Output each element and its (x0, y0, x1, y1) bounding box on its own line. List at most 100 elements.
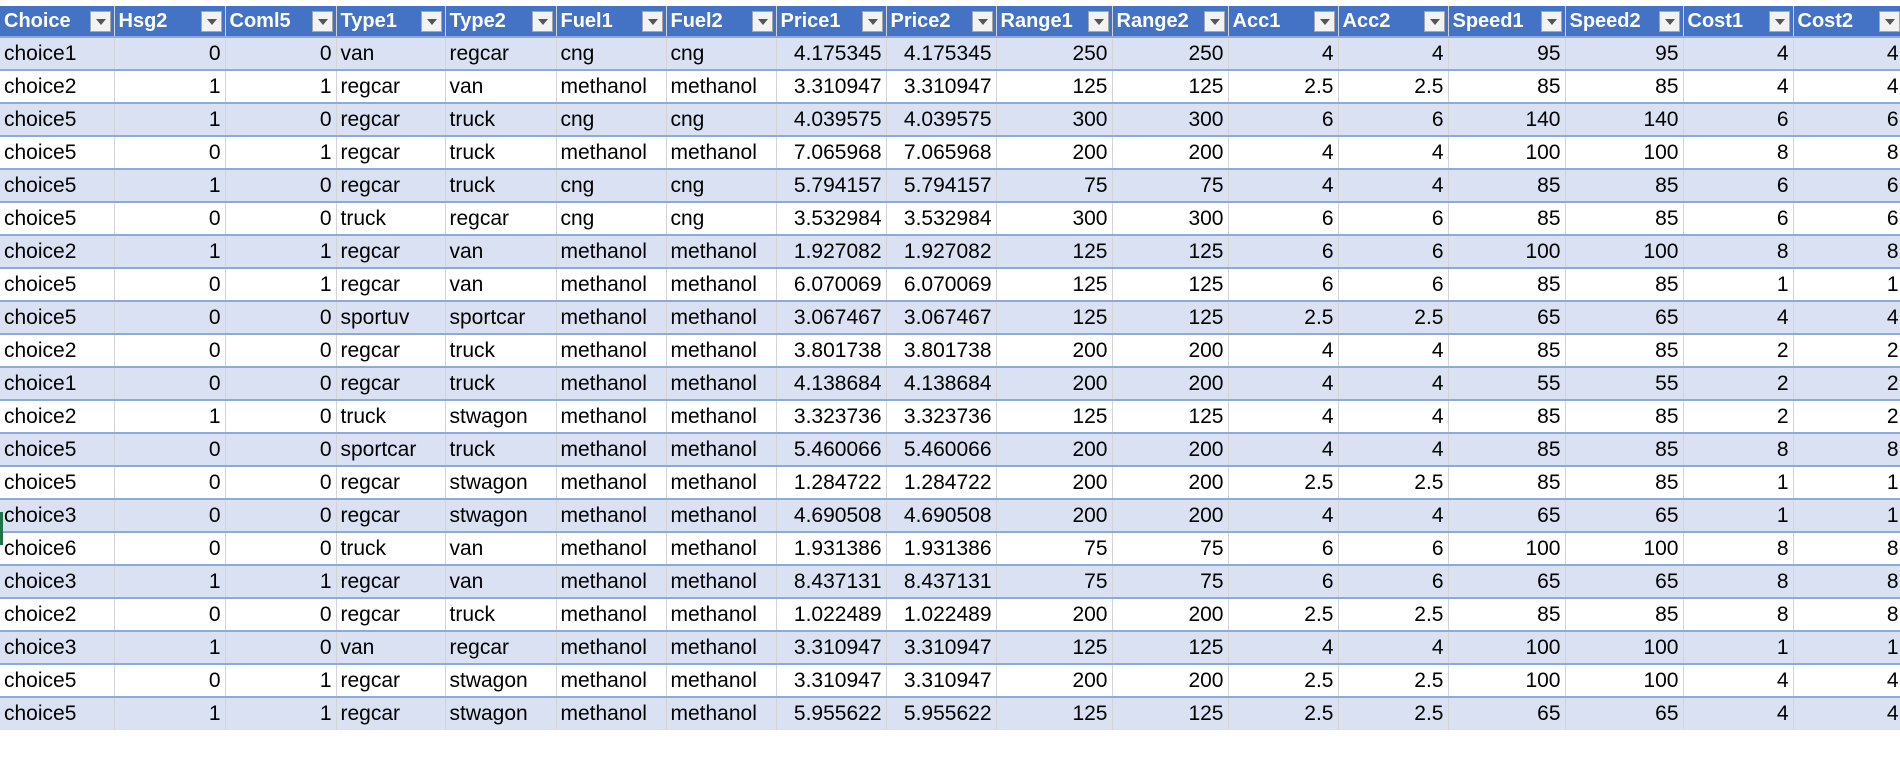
cell-range1[interactable]: 125 (996, 300, 1113, 334)
cell-acc1[interactable]: 4 (1228, 498, 1339, 532)
cell-range1[interactable]: 200 (996, 663, 1113, 697)
cell-acc2[interactable]: 2.5 (1338, 465, 1449, 499)
cell-range2[interactable]: 125 (1112, 69, 1229, 103)
cell-hsg2[interactable]: 0 (114, 201, 226, 235)
cell-price1[interactable]: 4.138684 (776, 366, 887, 400)
cell-range1[interactable]: 200 (996, 333, 1113, 367)
cell-choice[interactable]: choice2 (0, 597, 115, 631)
cell-fuel1[interactable]: methanol (556, 663, 667, 697)
cell-type1[interactable]: sportuv (336, 300, 446, 334)
cell-price2[interactable]: 4.690508 (886, 498, 997, 532)
cell-price2[interactable]: 5.460066 (886, 432, 997, 466)
cell-acc1[interactable]: 4 (1228, 135, 1339, 169)
cell-coml5[interactable]: 0 (225, 102, 337, 136)
cell-range2[interactable]: 75 (1112, 168, 1229, 202)
cell-coml5[interactable]: 1 (225, 69, 337, 103)
cell-cost2[interactable]: 4 (1793, 69, 1900, 103)
cell-range1[interactable]: 250 (996, 36, 1113, 70)
filter-dropdown-icon[interactable] (1540, 11, 1562, 32)
filter-dropdown-icon[interactable] (1423, 11, 1445, 32)
cell-hsg2[interactable]: 1 (114, 564, 226, 598)
cell-acc2[interactable]: 6 (1338, 201, 1449, 235)
cell-price2[interactable]: 6.070069 (886, 267, 997, 301)
cell-speed2[interactable]: 100 (1565, 630, 1684, 664)
cell-fuel2[interactable]: methanol (666, 267, 777, 301)
cell-speed2[interactable]: 85 (1565, 333, 1684, 367)
cell-fuel2[interactable]: methanol (666, 630, 777, 664)
cell-hsg2[interactable]: 0 (114, 300, 226, 334)
cell-type1[interactable]: regcar (336, 366, 446, 400)
cell-speed2[interactable]: 85 (1565, 399, 1684, 433)
cell-cost1[interactable]: 1 (1683, 498, 1794, 532)
column-header-range2[interactable]: Range2 (1112, 6, 1229, 37)
column-header-price1[interactable]: Price1 (776, 6, 887, 37)
cell-range1[interactable]: 125 (996, 696, 1113, 730)
cell-price2[interactable]: 3.532984 (886, 201, 997, 235)
cell-price1[interactable]: 7.065968 (776, 135, 887, 169)
cell-fuel1[interactable]: methanol (556, 267, 667, 301)
cell-range1[interactable]: 200 (996, 432, 1113, 466)
cell-hsg2[interactable]: 0 (114, 465, 226, 499)
cell-cost2[interactable]: 1 (1793, 465, 1900, 499)
cell-acc2[interactable]: 6 (1338, 564, 1449, 598)
cell-speed2[interactable]: 85 (1565, 168, 1684, 202)
cell-cost1[interactable]: 6 (1683, 102, 1794, 136)
cell-range2[interactable]: 75 (1112, 531, 1229, 565)
cell-speed1[interactable]: 85 (1448, 201, 1566, 235)
cell-price1[interactable]: 3.067467 (776, 300, 887, 334)
cell-speed2[interactable]: 85 (1565, 69, 1684, 103)
cell-speed2[interactable]: 100 (1565, 531, 1684, 565)
cell-speed1[interactable]: 100 (1448, 234, 1566, 268)
cell-acc2[interactable]: 4 (1338, 432, 1449, 466)
cell-speed1[interactable]: 95 (1448, 36, 1566, 70)
cell-coml5[interactable]: 0 (225, 630, 337, 664)
filter-dropdown-icon[interactable] (1313, 11, 1335, 32)
filter-dropdown-icon[interactable] (89, 11, 111, 32)
cell-type1[interactable]: van (336, 36, 446, 70)
filter-dropdown-icon[interactable] (311, 11, 333, 32)
cell-type1[interactable]: regcar (336, 696, 446, 730)
cell-acc1[interactable]: 4 (1228, 168, 1339, 202)
cell-acc1[interactable]: 6 (1228, 201, 1339, 235)
cell-type2[interactable]: van (445, 564, 557, 598)
cell-cost2[interactable]: 6 (1793, 201, 1900, 235)
cell-cost1[interactable]: 4 (1683, 300, 1794, 334)
cell-choice[interactable]: choice5 (0, 465, 115, 499)
cell-acc2[interactable]: 4 (1338, 135, 1449, 169)
cell-acc2[interactable]: 4 (1338, 630, 1449, 664)
cell-acc1[interactable]: 6 (1228, 267, 1339, 301)
cell-type2[interactable]: truck (445, 432, 557, 466)
cell-fuel1[interactable]: cng (556, 201, 667, 235)
filter-dropdown-icon[interactable] (641, 11, 663, 32)
cell-fuel1[interactable]: methanol (556, 399, 667, 433)
cell-price1[interactable]: 3.323736 (776, 399, 887, 433)
cell-coml5[interactable]: 1 (225, 564, 337, 598)
cell-cost1[interactable]: 8 (1683, 597, 1794, 631)
cell-acc2[interactable]: 2.5 (1338, 69, 1449, 103)
cell-type1[interactable]: van (336, 630, 446, 664)
cell-speed2[interactable]: 140 (1565, 102, 1684, 136)
cell-fuel1[interactable]: methanol (556, 366, 667, 400)
cell-fuel2[interactable]: methanol (666, 234, 777, 268)
cell-acc2[interactable]: 4 (1338, 36, 1449, 70)
cell-type1[interactable]: truck (336, 399, 446, 433)
cell-price1[interactable]: 6.070069 (776, 267, 887, 301)
cell-fuel2[interactable]: methanol (666, 333, 777, 367)
cell-hsg2[interactable]: 1 (114, 168, 226, 202)
cell-price1[interactable]: 5.794157 (776, 168, 887, 202)
cell-type2[interactable]: truck (445, 135, 557, 169)
cell-speed2[interactable]: 85 (1565, 432, 1684, 466)
cell-speed1[interactable]: 65 (1448, 564, 1566, 598)
cell-range2[interactable]: 200 (1112, 465, 1229, 499)
cell-speed1[interactable]: 100 (1448, 531, 1566, 565)
cell-price2[interactable]: 5.794157 (886, 168, 997, 202)
cell-range2[interactable]: 200 (1112, 663, 1229, 697)
cell-coml5[interactable]: 0 (225, 597, 337, 631)
cell-choice[interactable]: choice1 (0, 36, 115, 70)
cell-type1[interactable]: truck (336, 201, 446, 235)
cell-coml5[interactable]: 0 (225, 432, 337, 466)
cell-price2[interactable]: 1.931386 (886, 531, 997, 565)
cell-cost1[interactable]: 8 (1683, 531, 1794, 565)
cell-price2[interactable]: 1.022489 (886, 597, 997, 631)
cell-fuel1[interactable]: methanol (556, 432, 667, 466)
